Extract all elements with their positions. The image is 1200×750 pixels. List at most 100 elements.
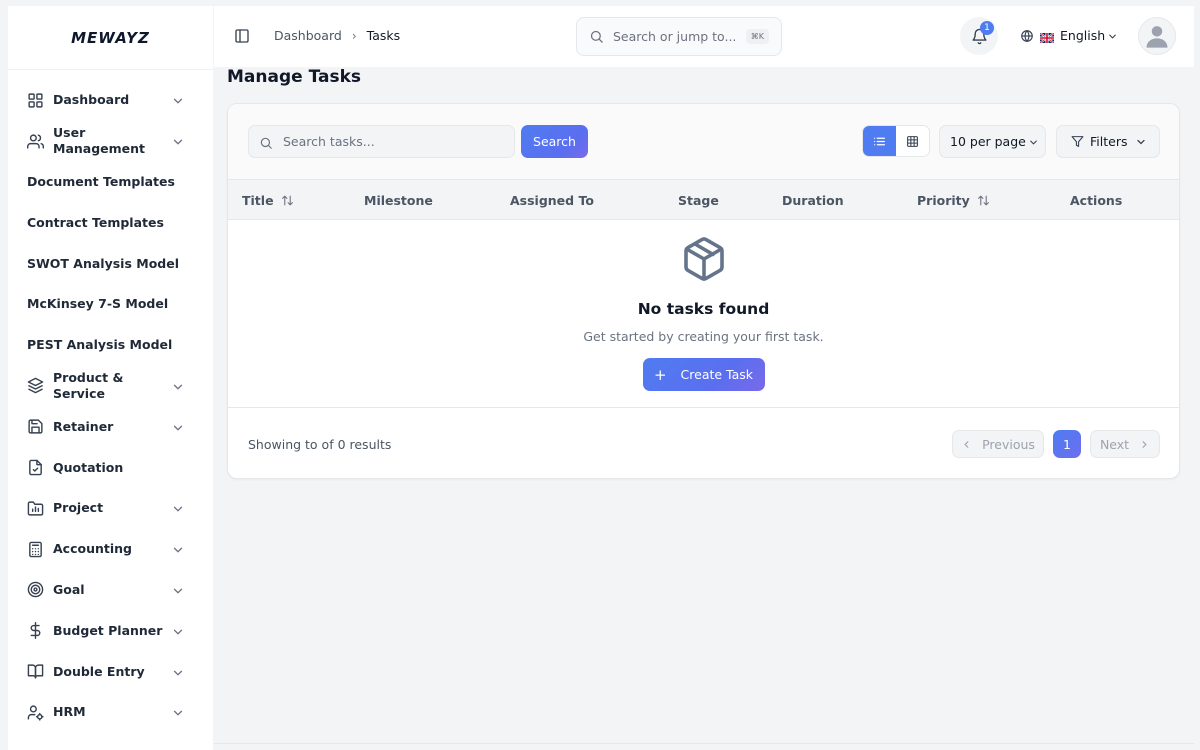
empty-state-subtitle: Get started by creating your first task.: [583, 329, 824, 344]
sidebar-item-label: SWOT Analysis Model: [27, 255, 179, 271]
sidebar-item-user-management[interactable]: User Management: [8, 121, 213, 162]
save-icon: [26, 418, 44, 436]
sidebar-item-label: Project: [53, 500, 104, 516]
file-check-icon: [26, 459, 44, 477]
main-bottom-border: [214, 743, 1194, 744]
sidebar: MEWAYZ Dashboard User Management Document …: [8, 6, 213, 750]
filters-label: Filters: [1090, 134, 1128, 149]
column-priority[interactable]: Priority: [917, 193, 990, 208]
previous-label: Previous: [982, 436, 1035, 452]
sidebar-item-dashboard[interactable]: Dashboard: [8, 80, 213, 121]
chevron-down-icon: [1107, 30, 1118, 41]
language-selector[interactable]: English: [1020, 28, 1118, 44]
globe-icon: [1020, 29, 1034, 43]
table-header: Title Milestone Assigned To Stage Durati…: [228, 179, 1179, 220]
tasks-card: Search 10 per page Filters: [227, 103, 1180, 479]
shortcut-badge: ⌘K: [745, 29, 769, 44]
sidebar-item-label: Goal: [53, 581, 85, 597]
sidebar-toggle-icon[interactable]: [234, 28, 250, 44]
sidebar-item-label: Budget Planner: [53, 622, 163, 638]
chevron-down-icon: [1135, 136, 1147, 148]
column-label: Title: [242, 193, 274, 208]
search-button[interactable]: Search: [521, 125, 588, 158]
sidebar-item-pest-analysis-model[interactable]: PEST Analysis Model: [8, 325, 213, 366]
search-icon: [259, 135, 273, 149]
per-page-select[interactable]: 10 per page: [939, 125, 1046, 158]
page-1-button[interactable]: 1: [1053, 430, 1081, 458]
sidebar-item-contract-templates[interactable]: Contract Templates: [8, 202, 213, 243]
chevron-down-icon[interactable]: [171, 542, 185, 556]
sidebar-item-label: Quotation: [53, 459, 124, 475]
sidebar-item-label: PEST Analysis Model: [27, 337, 173, 353]
previous-page-button[interactable]: Previous: [952, 430, 1044, 458]
sidebar-item-label: McKinsey 7-S Model: [27, 296, 169, 312]
filter-icon: [1071, 135, 1084, 148]
sidebar-item-product-service[interactable]: Product & Service: [8, 366, 213, 407]
sidebar-item-swot-analysis-model[interactable]: SWOT Analysis Model: [8, 243, 213, 284]
column-stage: Stage: [678, 193, 719, 208]
grid-view-button[interactable]: [896, 126, 929, 156]
chevron-down-icon[interactable]: [171, 134, 185, 148]
results-summary: Showing to of 0 results: [248, 437, 392, 452]
sidebar-item-label: Document Templates: [27, 173, 175, 189]
grid-icon: [26, 91, 44, 109]
calculator-icon: [26, 540, 44, 558]
folder-chart-icon: [26, 499, 44, 517]
sidebar-item-double-entry[interactable]: Double Entry: [8, 651, 213, 692]
sidebar-item-document-templates[interactable]: Document Templates: [8, 162, 213, 203]
brand-logo[interactable]: MEWAYZ: [8, 6, 213, 70]
breadcrumb-dashboard[interactable]: Dashboard: [274, 28, 342, 43]
sidebar-item-hrm[interactable]: HRM: [8, 692, 213, 733]
top-bar: Dashboard › Tasks Search or jump to... ⌘…: [214, 6, 1194, 67]
view-toggle: [862, 125, 930, 157]
sidebar-item-project[interactable]: Project: [8, 488, 213, 529]
sidebar-item-quotation[interactable]: Quotation: [8, 447, 213, 488]
sort-icon: [281, 194, 294, 207]
create-task-button[interactable]: + Create Task: [642, 358, 765, 391]
column-label: Priority: [917, 193, 970, 208]
empty-state: No tasks found Get started by creating y…: [228, 220, 1179, 407]
chevron-down-icon[interactable]: [171, 624, 185, 638]
user-cog-icon: [26, 703, 44, 721]
chevron-down-icon[interactable]: [171, 420, 185, 434]
filters-button[interactable]: Filters: [1056, 125, 1160, 158]
list-view-button[interactable]: [863, 126, 896, 156]
column-title[interactable]: Title: [242, 193, 294, 208]
next-page-button[interactable]: Next: [1090, 430, 1160, 458]
chevron-down-icon[interactable]: [171, 705, 185, 719]
grid-icon: [906, 135, 919, 148]
task-search-input[interactable]: [283, 134, 504, 149]
chevron-down-icon: [1028, 136, 1039, 147]
page-title: Manage Tasks: [227, 67, 361, 87]
notifications-button[interactable]: 1: [960, 17, 998, 55]
uk-flag-icon: [1039, 31, 1055, 44]
chevron-down-icon[interactable]: [171, 93, 185, 107]
sidebar-item-budget-planner[interactable]: Budget Planner: [8, 610, 213, 651]
column-label: Duration: [782, 193, 844, 208]
sidebar-item-label: Product & Service: [53, 369, 124, 401]
sidebar-item-mckinsey-7-s-model[interactable]: McKinsey 7-S Model: [8, 284, 213, 325]
chevron-down-icon[interactable]: [171, 665, 185, 679]
sidebar-item-label: Double Entry: [53, 663, 145, 679]
sidebar-item-accounting[interactable]: Accounting: [8, 529, 213, 570]
notification-count-badge: 1: [980, 21, 994, 35]
sidebar-item-label: HRM: [53, 704, 86, 720]
sort-icon: [977, 194, 990, 207]
chevron-right-icon: ›: [351, 28, 357, 43]
global-search-input[interactable]: Search or jump to... ⌘K: [576, 17, 782, 56]
user-avatar[interactable]: [1138, 17, 1176, 55]
column-duration: Duration: [782, 193, 844, 208]
breadcrumb-current: Tasks: [366, 28, 401, 43]
task-search-field[interactable]: [248, 125, 515, 158]
sidebar-item-goal[interactable]: Goal: [8, 570, 213, 611]
global-search-placeholder: Search or jump to...: [613, 29, 737, 44]
chevron-right-icon: [1129, 439, 1150, 450]
chevron-down-icon[interactable]: [171, 583, 185, 597]
empty-state-title: No tasks found: [637, 300, 770, 318]
sidebar-item-retainer[interactable]: Retainer: [8, 406, 213, 447]
column-label: Milestone: [364, 193, 433, 208]
language-label: English: [1060, 28, 1106, 43]
chevron-down-icon[interactable]: [171, 379, 185, 393]
chevron-down-icon[interactable]: [171, 501, 185, 515]
user-icon: [1143, 22, 1171, 50]
